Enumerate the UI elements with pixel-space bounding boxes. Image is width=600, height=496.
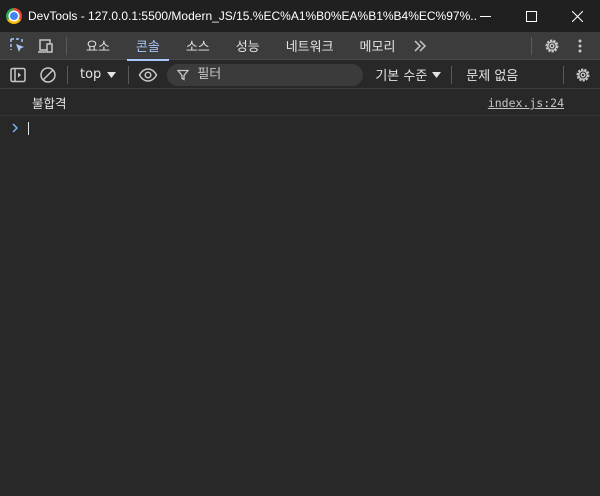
gear-icon <box>545 39 559 53</box>
toolbar-divider <box>531 37 532 55</box>
tabbar-actions <box>525 32 594 60</box>
log-levels-dropdown[interactable]: 기본 수준 <box>375 62 442 88</box>
console-prompt[interactable] <box>0 116 600 140</box>
issues-counter[interactable]: 문제 없음 <box>458 65 526 84</box>
chevron-double-right-icon <box>414 39 427 52</box>
live-expression-button[interactable] <box>135 62 161 88</box>
tab-network[interactable]: 네트워크 <box>273 32 347 60</box>
console-message: 불합격 index.js:24 <box>0 90 600 116</box>
device-toggle-icon <box>38 38 53 53</box>
console-toolbar: top 기본 수준 문제 없음 <box>0 61 600 89</box>
window-titlebar: DevTools - 127.0.0.1:5500/Modern_JS/15.%… <box>0 0 600 32</box>
tab-performance[interactable]: 성능 <box>223 32 273 60</box>
chrome-logo-icon <box>6 8 22 24</box>
tab-memory[interactable]: 메모리 <box>347 32 409 60</box>
console-message-text: 불합격 <box>32 96 67 111</box>
toolbar-divider <box>563 66 564 84</box>
console-output[interactable]: 불합격 index.js:24 <box>0 90 600 496</box>
console-toolbar-actions <box>557 62 596 88</box>
settings-button[interactable] <box>538 32 566 60</box>
maximize-button[interactable] <box>508 0 554 32</box>
prompt-chevron-icon <box>12 123 22 133</box>
show-sidebar-button[interactable] <box>5 62 31 88</box>
minimize-icon <box>479 15 491 17</box>
window-controls <box>462 0 600 32</box>
log-levels-label: 기본 수준 <box>375 69 428 84</box>
tab-sources[interactable]: 소스 <box>173 32 223 60</box>
text-cursor <box>28 121 29 135</box>
eye-icon <box>138 67 158 82</box>
context-label: top <box>80 67 102 82</box>
caret-down-icon <box>107 71 117 78</box>
devtools-tabbar: 요소 콘솔 소스 성능 네트워크 메모리 <box>0 32 600 61</box>
toolbar-divider <box>128 65 130 84</box>
device-toolbar-button[interactable] <box>32 32 60 60</box>
caret-down-icon <box>432 71 442 78</box>
inspect-element-icon <box>10 37 24 52</box>
maximize-icon <box>525 10 537 22</box>
close-button[interactable] <box>554 0 600 32</box>
sidebar-toggle-icon <box>10 67 26 82</box>
toolbar-divider <box>67 65 68 84</box>
clear-console-button[interactable] <box>35 62 61 88</box>
console-message-source-link[interactable]: index.js:24 <box>488 96 564 110</box>
toolbar-divider <box>451 65 453 84</box>
kebab-menu-icon <box>578 39 582 53</box>
filter-input[interactable] <box>197 67 348 82</box>
more-tabs-button[interactable] <box>408 32 432 60</box>
filter-funnel-icon <box>177 69 190 81</box>
filter-box[interactable] <box>167 63 364 86</box>
context-selector[interactable]: top <box>74 62 122 88</box>
minimize-button[interactable] <box>462 0 508 32</box>
window-title: DevTools - 127.0.0.1:5500/Modern_JS/15.%… <box>28 9 478 23</box>
tab-elements[interactable]: 요소 <box>73 32 123 60</box>
block-clear-icon <box>40 66 56 83</box>
close-icon <box>571 10 583 22</box>
gear-icon <box>576 68 590 82</box>
console-settings-button[interactable] <box>570 62 596 88</box>
inspect-element-button[interactable] <box>4 32 32 60</box>
more-options-button[interactable] <box>566 32 594 60</box>
tab-console[interactable]: 콘솔 <box>123 32 173 61</box>
toolbar-divider <box>66 36 67 55</box>
